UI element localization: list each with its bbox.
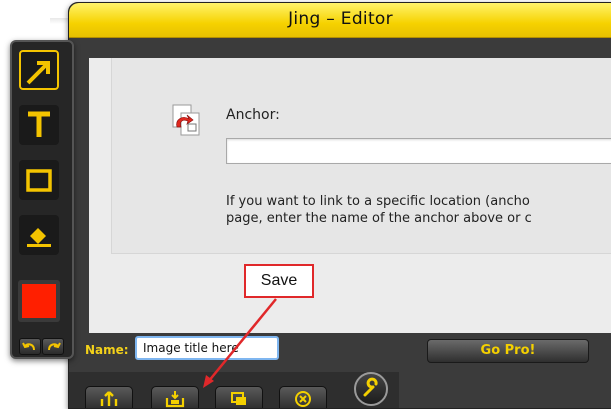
window-title: Jing – Editor [288,9,393,29]
name-input[interactable]: Image title here [135,336,279,360]
copy-button[interactable] [215,386,263,408]
action-bar [69,372,399,408]
redo-icon [48,342,61,351]
arrow-tool[interactable] [19,50,59,90]
content-area: Anchor: If you want to link to a specifi… [89,58,611,333]
anchor-label: Anchor: [226,107,280,123]
text-tool[interactable] [19,105,59,145]
rectangle-tool[interactable] [19,160,59,200]
wrench-icon [363,377,378,397]
copy-icon [231,392,246,405]
undo-button[interactable] [19,338,41,355]
share-button[interactable] [85,386,133,408]
help-line-2: page, enter the name of the anchor above… [226,211,532,226]
link-dialog-panel: Anchor: If you want to link to a specifi… [111,58,611,254]
tool-palette [10,40,74,359]
undo-icon [22,342,35,351]
settings-button[interactable] [354,372,388,406]
highlighter-tool[interactable] [19,215,59,255]
help-text: If you want to link to a specific locati… [226,193,611,227]
cancel-icon [295,391,311,407]
name-label: Name: [85,343,129,357]
rectangle-icon [26,169,52,192]
go-pro-button[interactable]: Go Pro! [427,339,589,363]
save-callout: Save [244,264,314,298]
share-icon [100,391,118,406]
title-bar[interactable]: Jing – Editor [69,3,611,38]
help-line-1: If you want to link to a specific locati… [226,194,530,209]
anchor-input[interactable] [226,138,611,164]
color-picker[interactable] [18,280,60,322]
highlighter-icon [27,228,51,247]
jing-editor-window: Jing – Editor Anchor: If you want to lin… [68,2,611,409]
link-icon [172,104,200,136]
save-button[interactable] [151,386,199,408]
cancel-button[interactable] [279,386,327,408]
redo-button[interactable] [42,338,64,355]
selected-color [22,284,56,318]
save-icon [165,391,185,408]
text-icon [28,111,50,137]
arrow-icon [26,61,50,85]
